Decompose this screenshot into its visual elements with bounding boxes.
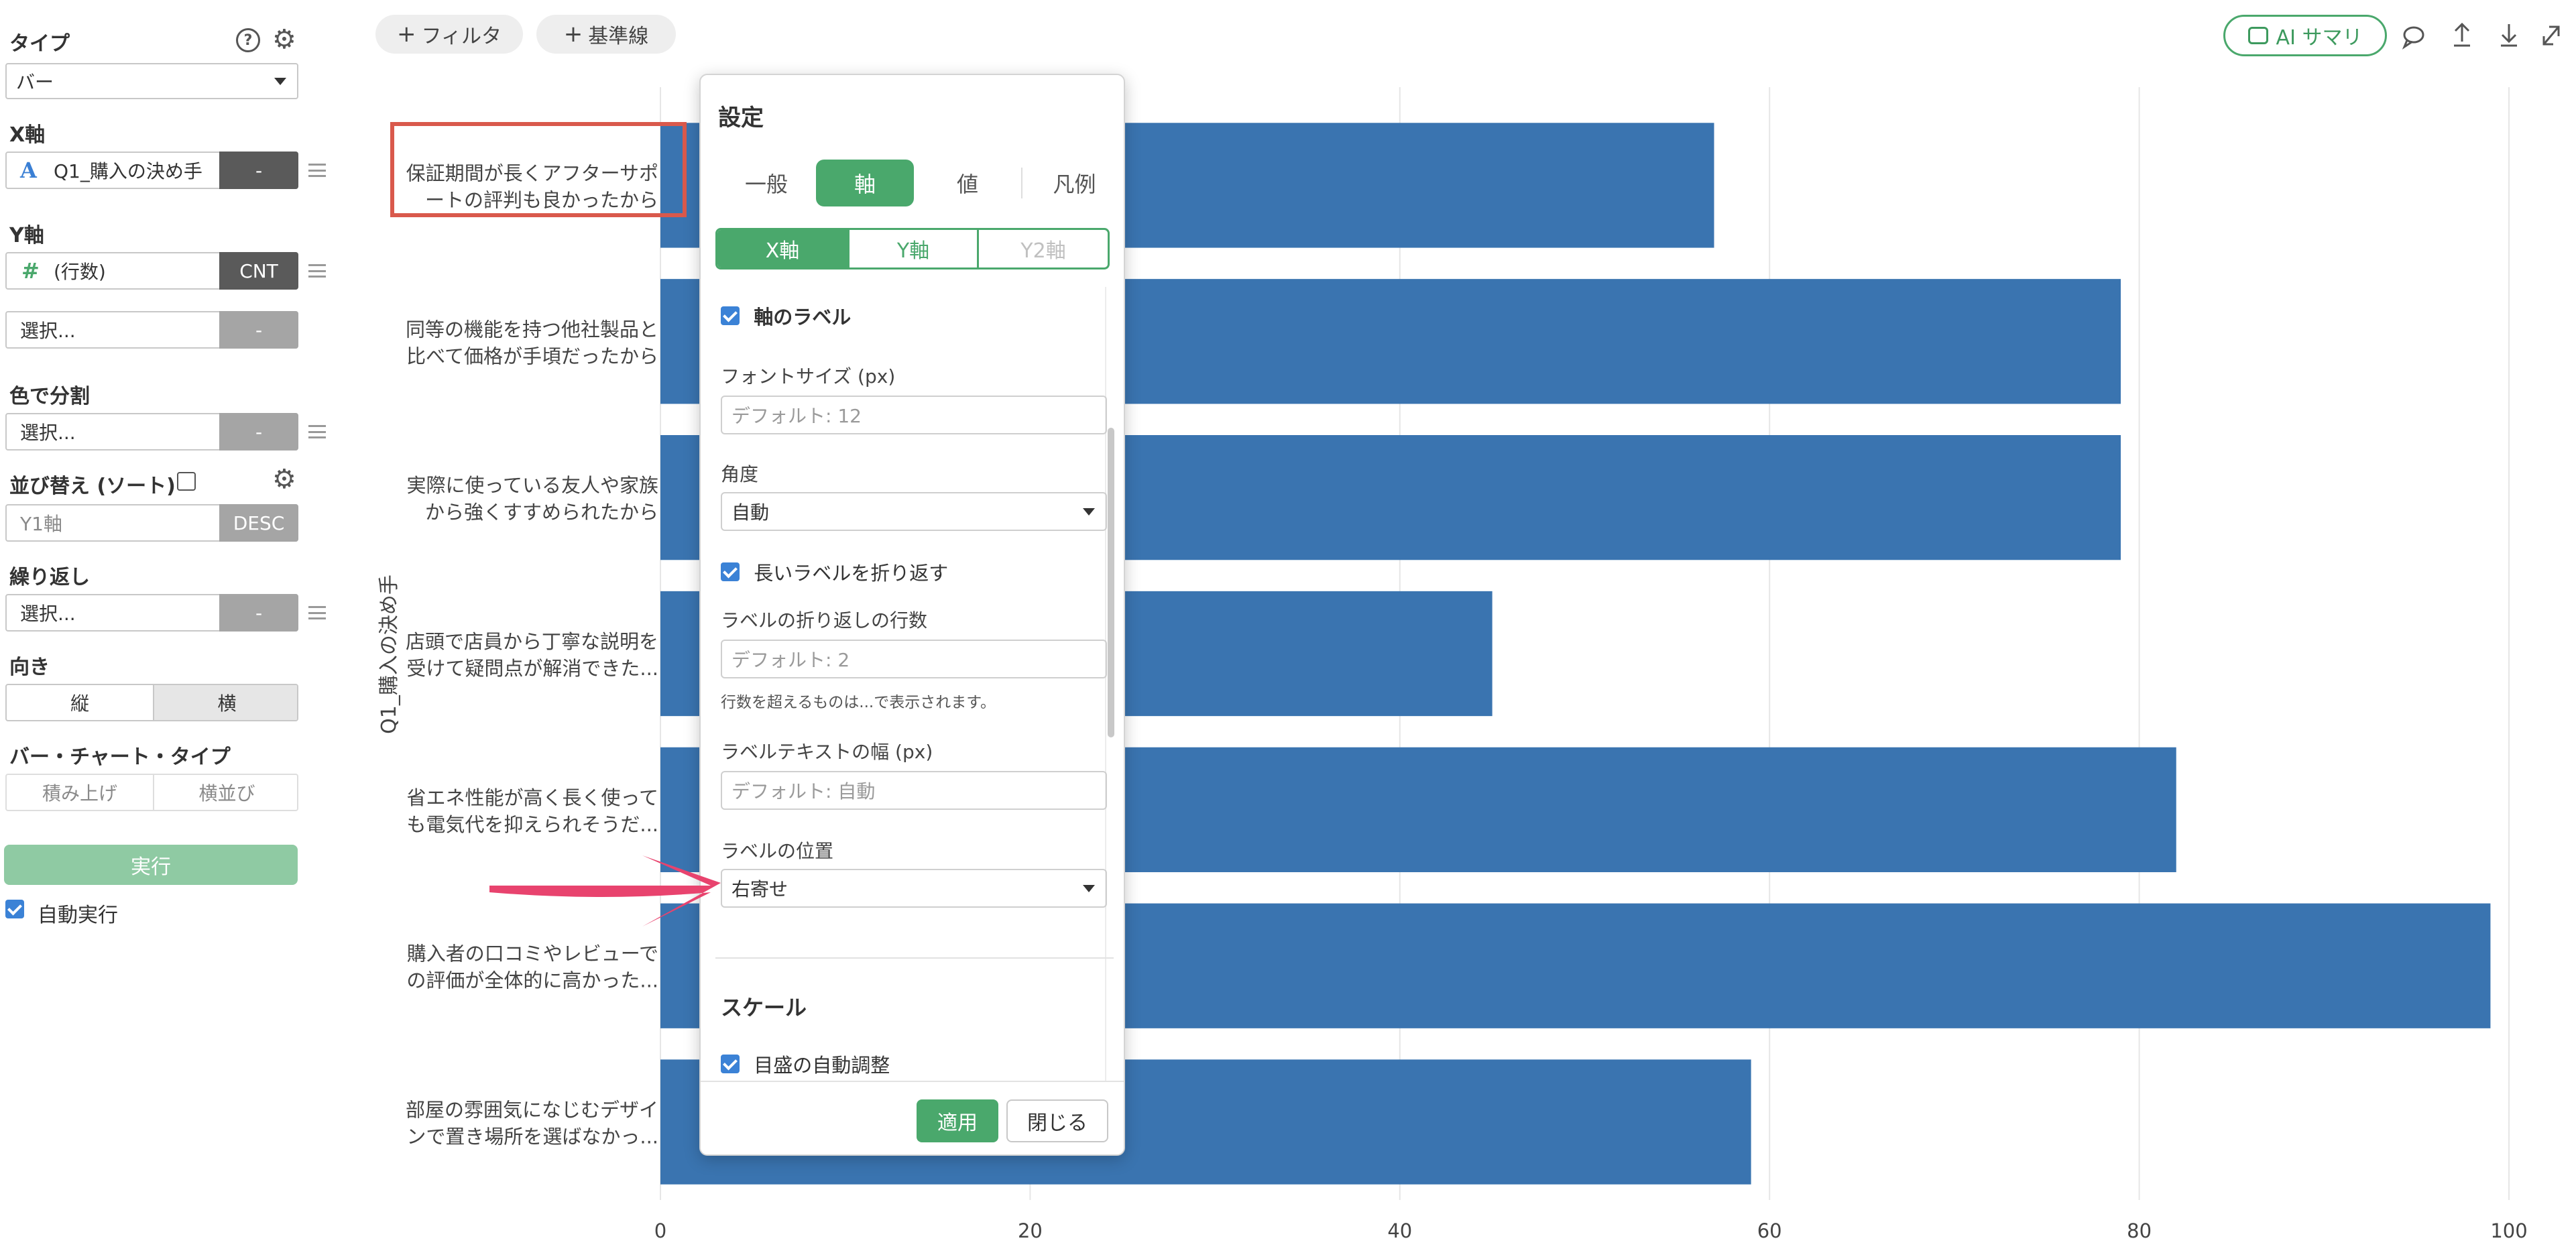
label-width-input[interactable]: デフォルト: 自動: [721, 771, 1107, 810]
angle-select-value: 自動: [731, 501, 770, 524]
axis-label-option[interactable]: 軸のラベル: [721, 302, 851, 330]
auto-scale-checkbox[interactable]: [721, 1055, 740, 1073]
section-divider: [715, 957, 1114, 959]
angle-select[interactable]: 自動: [721, 492, 1107, 531]
chevron-down-icon: [1083, 508, 1095, 516]
category-label-line: の評価が全体的に高かった...: [406, 969, 658, 992]
bar-chart: 保証期間が長くアフターサポートの評判も良かったから同等の機能を持つ他社製品と比べ…: [377, 87, 2528, 1242]
settings-dialog: 設定 一般 軸 値 凡例 X軸 Y軸 Y2軸 軸のラベル フォントサイズ (px…: [699, 74, 1125, 1156]
x-tick-label: 20: [1018, 1219, 1043, 1242]
x-tick-label: 80: [2127, 1219, 2152, 1242]
category-label-line: 受けて疑問点が解消できた...: [406, 657, 658, 680]
tab-y2-axis[interactable]: Y2軸: [979, 230, 1108, 267]
x-tick-label: 100: [2490, 1219, 2527, 1242]
font-size-label: フォントサイズ (px): [721, 365, 896, 387]
chevron-down-icon: [1083, 885, 1095, 892]
category-label-line: も電気代を抑えられそうだ...: [406, 813, 658, 836]
axis-label-checkbox[interactable]: [721, 306, 740, 325]
close-button[interactable]: 閉じる: [1006, 1099, 1108, 1142]
y-axis-title: Q1_購入の決め手: [377, 575, 401, 734]
axis-label-text: 軸のラベル: [754, 306, 852, 328]
x-tick-label: 0: [654, 1219, 666, 1242]
tab-general[interactable]: 一般: [701, 160, 832, 206]
category-label: 購入者の口コミやレビューでの評価が全体的に高かった...: [406, 943, 658, 992]
label-position-select[interactable]: 右寄せ: [721, 869, 1107, 908]
category-label-line: ンで置き場所を選ばなかっ...: [406, 1126, 658, 1148]
category-label-line: から強くすすめられたから: [425, 501, 658, 524]
label-position-label: ラベルの位置: [721, 840, 834, 862]
category-label-line: 店頭で店員から丁寧な説明を: [406, 630, 658, 653]
tab-value[interactable]: 値: [914, 160, 1021, 206]
category-label-line: 比べて価格が手頃だったから: [406, 345, 658, 367]
category-label: 実際に使っている友人や家族から強くすすめられたから: [406, 474, 658, 524]
label-width-label: ラベルテキストの幅 (px): [721, 741, 933, 763]
angle-label: 角度: [721, 463, 759, 485]
dialog-title: 設定: [718, 105, 764, 131]
category-label-line: 購入者の口コミやレビューで: [407, 943, 658, 965]
category-label-line: 省エネ性能が高く長く使って: [406, 786, 658, 809]
settings-scroll-area: 軸のラベル フォントサイズ (px) デフォルト: 12 角度 自動 長いラベル…: [701, 287, 1124, 1154]
wrap-lines-input[interactable]: デフォルト: 2: [721, 640, 1107, 678]
wrap-option[interactable]: 長いラベルを折り返す: [721, 558, 948, 586]
wrap-lines-placeholder: デフォルト: 2: [731, 649, 850, 671]
dialog-footer: 適用 閉じる: [701, 1081, 1124, 1154]
wrap-lines-label: ラベルの折り返しの行数: [721, 609, 928, 632]
scale-heading: スケール: [721, 995, 807, 1020]
apply-button[interactable]: 適用: [917, 1099, 998, 1142]
tab-x-axis[interactable]: X軸: [717, 230, 847, 267]
axis-segment-control: X軸 Y軸 Y2軸: [715, 228, 1110, 269]
wrap-text: 長いラベルを折り返す: [754, 562, 949, 585]
x-tick-label: 60: [1757, 1219, 1782, 1242]
font-size-input[interactable]: デフォルト: 12: [721, 396, 1107, 434]
highlight-box: [390, 122, 687, 217]
label-width-placeholder: デフォルト: 自動: [731, 780, 876, 802]
settings-tabs: 一般 軸 値 凡例: [701, 160, 1124, 206]
wrap-note: 行数を超えるものは...で表示されます。: [721, 694, 996, 711]
x-tick-label: 40: [1387, 1219, 1412, 1242]
category-label: 部屋の雰囲気になじむデザインで置き場所を選ばなかっ...: [406, 1099, 658, 1148]
font-size-placeholder: デフォルト: 12: [731, 405, 862, 427]
auto-scale-text: 目盛の自動調整: [754, 1054, 890, 1077]
tab-legend[interactable]: 凡例: [1022, 160, 1124, 206]
category-label: 店頭で店員から丁寧な説明を受けて疑問点が解消できた...: [406, 630, 658, 680]
category-label-line: 実際に使っている友人や家族: [406, 474, 658, 497]
tab-y-axis[interactable]: Y軸: [850, 230, 977, 267]
wrap-checkbox[interactable]: [721, 562, 740, 581]
tab-axis[interactable]: 軸: [816, 160, 914, 206]
category-label-line: 部屋の雰囲気になじむデザイ: [406, 1099, 658, 1122]
category-label: 同等の機能を持つ他社製品と比べて価格が手頃だったから: [406, 318, 658, 367]
auto-scale-option[interactable]: 目盛の自動調整: [721, 1050, 890, 1078]
footer-divider: [701, 1081, 1124, 1082]
label-position-value: 右寄せ: [731, 878, 788, 900]
category-label-line: 同等の機能を持つ他社製品と: [406, 318, 658, 341]
category-label: 省エネ性能が高く長く使っても電気代を抑えられそうだ...: [406, 786, 658, 836]
